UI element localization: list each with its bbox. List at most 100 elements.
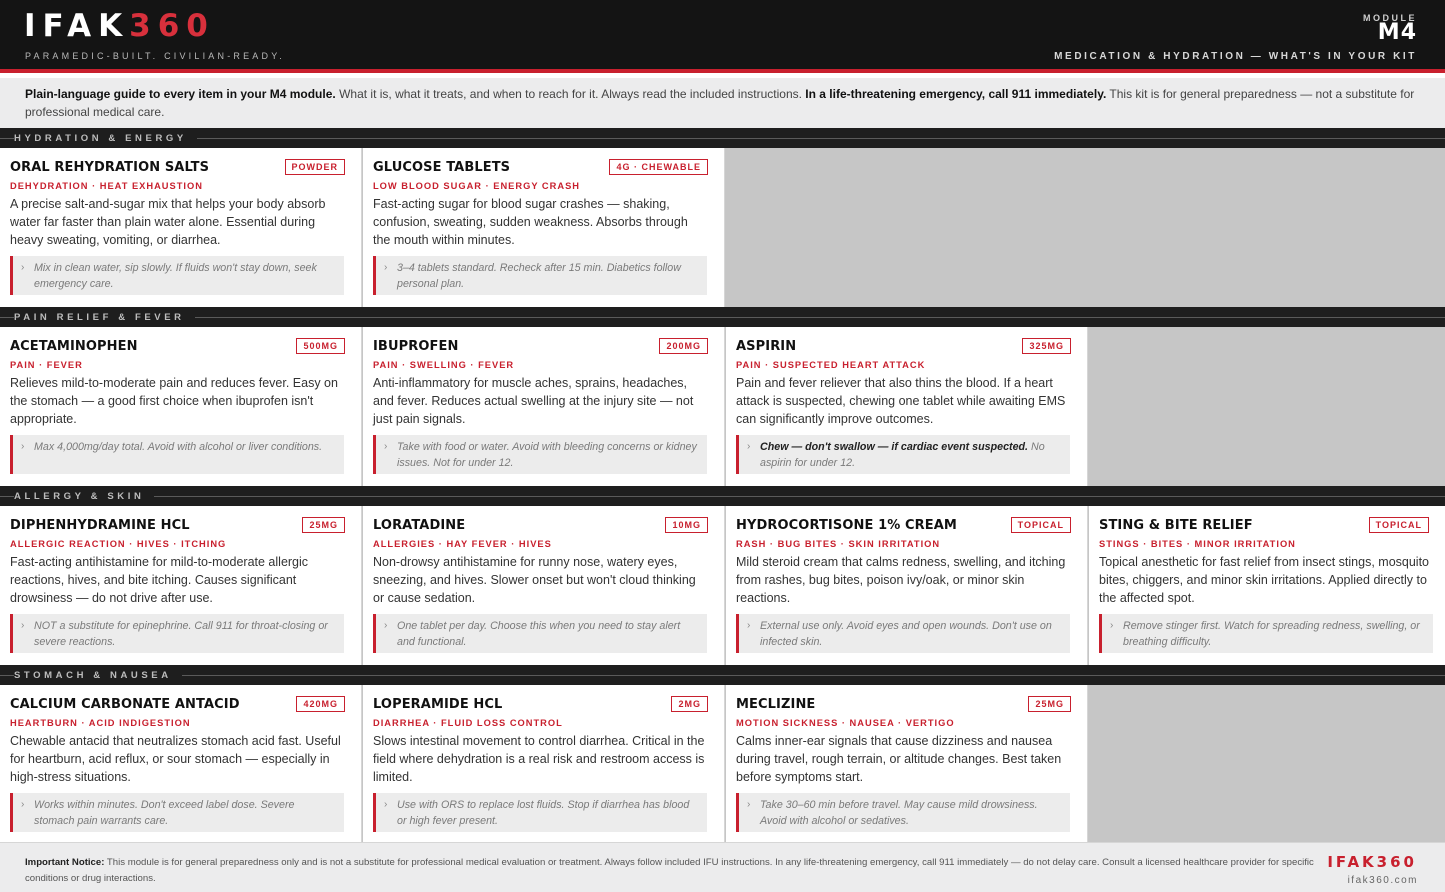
product-title: GLUCOSE TABLETS bbox=[373, 160, 511, 175]
chevron-right-icon: › bbox=[384, 262, 388, 273]
product-indications: ALLERGIC REACTION · HIVES · ITCHING bbox=[10, 539, 227, 549]
usage-note: › Use with ORS to replace lost fluids. St… bbox=[373, 793, 707, 832]
product-card[interactable]: LORATADINE 10MG ALLERGIES · HAY FEVER · … bbox=[363, 506, 725, 665]
product-title: LOPERAMIDE HCL bbox=[373, 697, 503, 712]
usage-note-text: Remove stinger first. Watch for spreadin… bbox=[1123, 620, 1420, 648]
usage-note-bold: Chew — don't swallow — if cardiac event … bbox=[760, 441, 1029, 453]
product-title: DIPHENHYDRAMINE HCL bbox=[10, 518, 190, 533]
product-description: Fast-acting antihistamine for mild-to-mo… bbox=[10, 555, 309, 605]
chevron-right-icon: › bbox=[21, 262, 25, 273]
brand-tagline: PARAMEDIC-BUILT. CIVILIAN-READY. bbox=[25, 51, 285, 61]
section-row-stomach: CALCIUM CARBONATE ANTACID 420MG HEARTBUR… bbox=[0, 685, 1445, 842]
important-notice: Important Notice: This module is for gen… bbox=[25, 855, 1330, 886]
footer-brand: IFAK360 bbox=[1327, 853, 1417, 871]
usage-note-text: Take 30–60 min before travel. May cause … bbox=[760, 799, 1038, 827]
product-description: Topical anesthetic for fast relief from … bbox=[1099, 555, 1430, 605]
product-indications: PAIN · FEVER bbox=[10, 360, 83, 370]
dose-badge: 500MG bbox=[296, 338, 345, 354]
product-description: Relieves mild-to-moderate pain and reduc… bbox=[10, 376, 338, 426]
usage-note: › Take 30–60 min before travel. May cause… bbox=[736, 793, 1070, 832]
product-card[interactable]: LOPERAMIDE HCL 2MG DIARRHEA · FLUID LOSS… bbox=[363, 685, 725, 842]
product-card[interactable]: HYDROCORTISONE 1% CREAM TOPICAL RASH · B… bbox=[726, 506, 1088, 665]
footer-url-link[interactable]: ifak360.com bbox=[1348, 875, 1418, 886]
usage-note-text: One tablet per day. Choose this when you… bbox=[397, 620, 681, 648]
intro-lead-text: What it is, what it treats, and when to … bbox=[335, 87, 806, 101]
section-rule bbox=[0, 675, 1445, 676]
section-label: ALLERGY & SKIN bbox=[14, 491, 155, 502]
usage-note: › NOT a substitute for epinephrine. Call … bbox=[10, 614, 344, 653]
section-row-pain: ACETAMINOPHEN 500MG PAIN · FEVER Relieve… bbox=[0, 327, 1445, 486]
section-header-hydration: HYDRATION & ENERGY bbox=[0, 128, 1445, 148]
chevron-right-icon: › bbox=[21, 441, 25, 452]
product-card[interactable]: GLUCOSE TABLETS 4G · CHEWABLE LOW BLOOD … bbox=[363, 148, 725, 307]
dose-badge: POWDER bbox=[284, 159, 345, 175]
usage-note: › Chew — don't swallow — if cardiac event… bbox=[736, 435, 1070, 474]
chevron-right-icon: › bbox=[384, 441, 388, 452]
product-description: Fast-acting sugar for blood sugar crashe… bbox=[373, 197, 688, 247]
notice-label: Important Notice: bbox=[25, 857, 105, 868]
product-description: Anti-inflammatory for muscle aches, spra… bbox=[373, 376, 694, 426]
section-label: STOMACH & NAUSEA bbox=[14, 670, 182, 681]
dose-badge: 10MG bbox=[665, 517, 708, 533]
chevron-right-icon: › bbox=[384, 799, 388, 810]
product-indications: DIARRHEA · FLUID LOSS CONTROL bbox=[373, 718, 563, 728]
usage-note: › Remove stinger first. Watch for spreadi… bbox=[1099, 614, 1433, 653]
usage-note-text: Take with food or water. Avoid with blee… bbox=[397, 441, 697, 469]
product-description: Calms inner-ear signals that cause dizzi… bbox=[736, 734, 1062, 784]
notice-text: This module is for general preparedness … bbox=[25, 857, 1314, 884]
product-description: Pain and fever reliever that also thins … bbox=[736, 376, 1066, 426]
usage-note: › Max 4,000mg/day total. Avoid with alcoh… bbox=[10, 435, 344, 474]
dose-badge: 25MG bbox=[302, 517, 345, 533]
product-title: MECLIZINE bbox=[736, 697, 816, 712]
usage-note-text: NOT a substitute for epinephrine. Call 9… bbox=[34, 620, 328, 648]
usage-note: › Works within minutes. Don't exceed labe… bbox=[10, 793, 344, 832]
product-indications: RASH · BUG BITES · SKIN IRRITATION bbox=[736, 539, 941, 549]
product-indications: ALLERGIES · HAY FEVER · HIVES bbox=[373, 539, 552, 549]
product-indications: HEARTBURN · ACID INDIGESTION bbox=[10, 718, 191, 728]
product-title: HYDROCORTISONE 1% CREAM bbox=[736, 518, 957, 533]
usage-note-text: Use with ORS to replace lost fluids. Sto… bbox=[397, 799, 690, 827]
dose-badge: 325MG bbox=[1022, 338, 1071, 354]
product-description: Mild steroid cream that calms redness, s… bbox=[736, 555, 1066, 605]
product-indications: MOTION SICKNESS · NAUSEA · VERTIGO bbox=[736, 718, 955, 728]
product-card[interactable]: ACETAMINOPHEN 500MG PAIN · FEVER Relieve… bbox=[0, 327, 362, 486]
usage-note-text: Works within minutes. Don't exceed label… bbox=[34, 799, 295, 827]
usage-note: › Mix in clean water, sip slowly. If flui… bbox=[10, 256, 344, 295]
product-title: ORAL REHYDRATION SALTS bbox=[10, 160, 210, 175]
product-title: ACETAMINOPHEN bbox=[10, 339, 138, 354]
product-description: A precise salt-and-sugar mix that helps … bbox=[10, 197, 326, 247]
intro-emergency: In a life-threatening emergency, call 91… bbox=[805, 87, 1107, 101]
brand-logo[interactable]: IFAK360 bbox=[24, 8, 215, 44]
dose-badge: 4G · CHEWABLE bbox=[609, 159, 708, 175]
product-card[interactable]: ORAL REHYDRATION SALTS POWDER DEHYDRATIO… bbox=[0, 148, 362, 307]
usage-note-text: Max 4,000mg/day total. Avoid with alcoho… bbox=[34, 441, 323, 453]
product-card[interactable]: DIPHENHYDRAMINE HCL 25MG ALLERGIC REACTI… bbox=[0, 506, 362, 665]
usage-note-text: External use only. Avoid eyes and open w… bbox=[760, 620, 1052, 648]
usage-note-text: 3–4 tablets standard. Recheck after 15 m… bbox=[397, 262, 681, 290]
section-row-hydration: ORAL REHYDRATION SALTS POWDER DEHYDRATIO… bbox=[0, 148, 1445, 307]
product-card[interactable]: ASPIRIN 325MG PAIN · SUSPECTED HEART ATT… bbox=[726, 327, 1088, 486]
dose-badge: 200MG bbox=[659, 338, 708, 354]
product-indications: LOW BLOOD SUGAR · ENERGY CRASH bbox=[373, 181, 580, 191]
product-title: ASPIRIN bbox=[736, 339, 797, 354]
product-description: Chewable antacid that neutralizes stomac… bbox=[10, 734, 341, 784]
section-header-allergy: ALLERGY & SKIN bbox=[0, 486, 1445, 506]
section-header-pain: PAIN RELIEF & FEVER bbox=[0, 307, 1445, 327]
product-title: STING & BITE RELIEF bbox=[1099, 518, 1253, 533]
product-description: Slows intestinal movement to control dia… bbox=[373, 734, 705, 784]
section-row-allergy: DIPHENHYDRAMINE HCL 25MG ALLERGIC REACTI… bbox=[0, 506, 1445, 665]
product-card[interactable]: STING & BITE RELIEF TOPICAL STINGS · BIT… bbox=[1089, 506, 1445, 665]
page-header: IFAK360 PARAMEDIC-BUILT. CIVILIAN-READY.… bbox=[0, 0, 1445, 73]
product-title: CALCIUM CARBONATE ANTACID bbox=[10, 697, 240, 712]
product-card[interactable]: IBUPROFEN 200MG PAIN · SWELLING · FEVER … bbox=[363, 327, 725, 486]
usage-note-text: Mix in clean water, sip slowly. If fluid… bbox=[34, 262, 317, 290]
intro-banner: Plain-language guide to every item in yo… bbox=[0, 78, 1445, 128]
product-indications: PAIN · SUSPECTED HEART ATTACK bbox=[736, 360, 926, 370]
chevron-right-icon: › bbox=[384, 620, 388, 631]
product-card[interactable]: CALCIUM CARBONATE ANTACID 420MG HEARTBUR… bbox=[0, 685, 362, 842]
usage-note: › 3–4 tablets standard. Recheck after 15 … bbox=[373, 256, 707, 295]
section-rule bbox=[0, 496, 1445, 497]
module-subtitle: MEDICATION & HYDRATION — WHAT'S IN YOUR … bbox=[1054, 51, 1417, 62]
product-card[interactable]: MECLIZINE 25MG MOTION SICKNESS · NAUSEA … bbox=[726, 685, 1088, 842]
usage-note: › One tablet per day. Choose this when yo… bbox=[373, 614, 707, 653]
